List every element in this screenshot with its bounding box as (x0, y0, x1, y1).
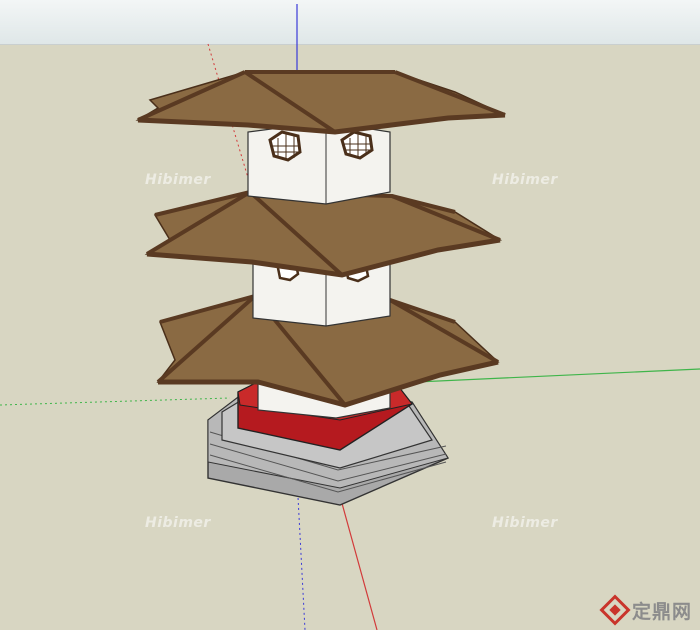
window-icon (340, 130, 374, 160)
watermark: Hibimer (492, 172, 558, 188)
watermark: Hibimer (145, 515, 211, 531)
diamond-logo-icon (599, 594, 631, 626)
site-logo: 定鼎网 (599, 594, 692, 626)
green-axis-dashed (0, 397, 231, 406)
site-logo-text: 定鼎网 (631, 600, 692, 623)
modeling-viewport[interactable]: Hibimer Hibimer Hibimer Hibimer 定鼎网 (0, 0, 700, 630)
scene-canvas[interactable] (0, 0, 700, 630)
watermark: Hibimer (145, 172, 211, 188)
watermark: Hibimer (492, 515, 558, 531)
pagoda-model-icon[interactable] (135, 70, 506, 506)
blue-axis-dashed (296, 477, 306, 630)
